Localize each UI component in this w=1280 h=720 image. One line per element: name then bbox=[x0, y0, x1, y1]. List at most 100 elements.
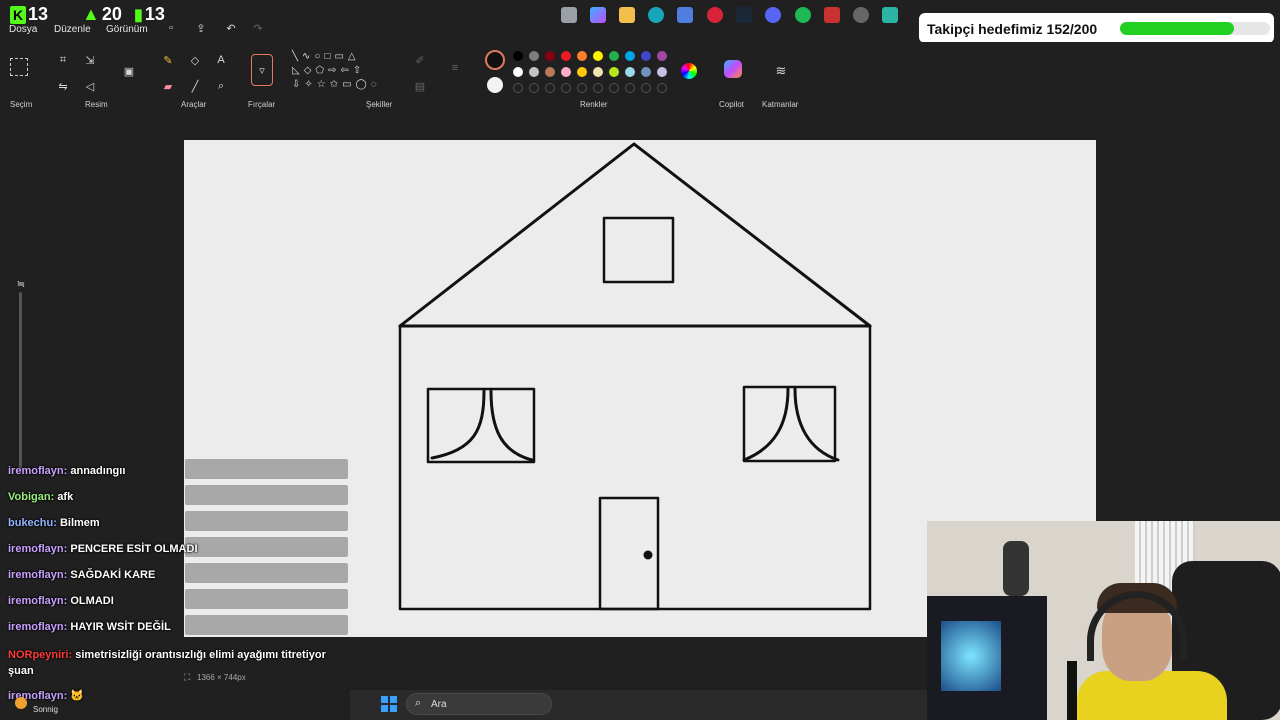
edge-icon[interactable] bbox=[648, 7, 664, 23]
custom-color-slot[interactable] bbox=[577, 83, 587, 93]
file-explorer-icon[interactable] bbox=[619, 7, 635, 23]
right-curtain-b bbox=[793, 387, 840, 462]
bar-chart-icon: ▮ bbox=[134, 6, 143, 24]
color-swatch[interactable] bbox=[609, 51, 619, 61]
secondary-color-swatch[interactable] bbox=[487, 77, 503, 93]
copilot-taskbar-icon[interactable] bbox=[590, 7, 606, 23]
chat-username[interactable]: iremoflayn bbox=[8, 543, 64, 555]
custom-color-slot[interactable] bbox=[657, 83, 667, 93]
discord-icon[interactable] bbox=[765, 7, 781, 23]
chat-row-bg bbox=[185, 511, 348, 531]
custom-color-slot[interactable] bbox=[641, 83, 651, 93]
color-swatch[interactable] bbox=[529, 51, 539, 61]
magnifier-icon[interactable]: ⌕ bbox=[213, 78, 229, 94]
redo-icon[interactable]: ↷ bbox=[250, 20, 266, 36]
app-icon[interactable] bbox=[853, 7, 869, 23]
follower-goal-label: Takipçi hedefimiz 152/200 bbox=[927, 21, 1098, 37]
chat-text: annadıngıı bbox=[70, 465, 126, 477]
chat-message: iremoflayn: PENCERE ESİT OLMADI bbox=[8, 543, 198, 555]
image-select-icon[interactable]: ▣ bbox=[121, 63, 137, 79]
chat-username[interactable]: iremoflayn bbox=[8, 569, 64, 581]
color-swatch[interactable] bbox=[593, 67, 603, 77]
color-swatch[interactable] bbox=[577, 67, 587, 77]
color-swatch[interactable] bbox=[561, 67, 571, 77]
flip-icon[interactable]: ⇋ bbox=[55, 78, 71, 94]
line-icon[interactable]: ╲∿○□▭△ bbox=[292, 51, 360, 62]
right-curtain-a bbox=[742, 387, 790, 462]
color-swatch[interactable] bbox=[657, 67, 667, 77]
steam-icon[interactable] bbox=[736, 7, 752, 23]
chat-username[interactable]: Vobigan bbox=[8, 491, 51, 503]
text-icon[interactable]: A bbox=[213, 52, 229, 68]
selection-icon[interactable] bbox=[10, 58, 28, 76]
custom-color-slot[interactable] bbox=[529, 83, 539, 93]
shapes-row3-icon[interactable]: ⇩✧☆✩▭◯◌ bbox=[292, 79, 381, 90]
windows-start-icon[interactable] bbox=[381, 696, 397, 712]
task-view-icon[interactable] bbox=[561, 7, 577, 23]
color-swatch[interactable] bbox=[561, 51, 571, 61]
custom-color-slot[interactable] bbox=[545, 83, 555, 93]
fill-icon[interactable]: ◇ bbox=[187, 52, 203, 68]
layers-icon[interactable]: ≋ bbox=[773, 63, 789, 79]
rotate-icon[interactable]: ◁ bbox=[82, 78, 98, 94]
share-icon[interactable]: ⇪ bbox=[193, 20, 209, 36]
door-knob bbox=[643, 550, 653, 560]
color-swatch[interactable] bbox=[577, 51, 587, 61]
color-swatch[interactable] bbox=[641, 51, 651, 61]
undo-icon[interactable]: ↶ bbox=[223, 20, 239, 36]
shape-size-icon[interactable]: ≡ bbox=[447, 60, 463, 76]
color-swatch[interactable] bbox=[625, 51, 635, 61]
paint-taskbar-icon[interactable] bbox=[882, 7, 898, 23]
custom-color-slot[interactable] bbox=[593, 83, 603, 93]
spotify-icon[interactable] bbox=[795, 7, 811, 23]
eraser-icon[interactable]: ▰ bbox=[160, 78, 176, 94]
custom-color-slot[interactable] bbox=[513, 83, 523, 93]
chat-username[interactable]: iremoflayn bbox=[8, 621, 64, 633]
store-icon[interactable] bbox=[677, 7, 693, 23]
color-swatch[interactable] bbox=[593, 51, 603, 61]
save-icon[interactable]: ▫ bbox=[163, 20, 179, 36]
menu-file[interactable]: Dosya bbox=[9, 24, 37, 35]
chat-username[interactable]: iremoflayn bbox=[8, 595, 64, 607]
color-swatch[interactable] bbox=[513, 51, 523, 61]
brush-icon[interactable]: ▿ bbox=[251, 54, 273, 86]
color-swatch[interactable] bbox=[609, 67, 619, 77]
crop-icon[interactable]: ⌗ bbox=[55, 52, 71, 68]
shapes-row2-icon[interactable]: ◺◇⬠⇨⇦⇧ bbox=[292, 65, 365, 76]
custom-color-slot[interactable] bbox=[625, 83, 635, 93]
group-copilot-label: Copilot bbox=[719, 100, 744, 109]
color-swatch[interactable] bbox=[545, 67, 555, 77]
custom-color-slot[interactable] bbox=[561, 83, 571, 93]
taskbar-search[interactable]: ⌕ Ara bbox=[406, 693, 552, 715]
outline-icon[interactable]: ✐ bbox=[412, 52, 428, 68]
left-window bbox=[426, 387, 536, 464]
menu-edit[interactable]: Düzenle bbox=[54, 24, 91, 35]
color-swatch[interactable] bbox=[657, 51, 667, 61]
color-wheel-icon[interactable] bbox=[681, 63, 697, 79]
chat-message: Vobigan: afk bbox=[8, 491, 73, 503]
shapes-gallery[interactable]: ╲∿○□▭△ ◺◇⬠⇨⇦⇧ ⇩✧☆✩▭◯◌ bbox=[292, 50, 398, 92]
zoom-icon[interactable]: ≒ bbox=[13, 276, 29, 292]
copilot-icon[interactable] bbox=[724, 60, 742, 78]
obs-like-icon[interactable] bbox=[824, 7, 840, 23]
custom-color-slot[interactable] bbox=[609, 83, 619, 93]
group-image-label: Resim bbox=[85, 100, 108, 109]
primary-color-swatch[interactable] bbox=[485, 50, 505, 70]
chat-username[interactable]: iremoflayn bbox=[8, 465, 64, 477]
pencil-icon[interactable]: ✎ bbox=[160, 52, 176, 68]
opera-icon[interactable] bbox=[707, 7, 723, 23]
zoom-slider[interactable] bbox=[19, 292, 22, 472]
color-picker-icon[interactable]: ╱ bbox=[187, 78, 203, 94]
left-curtain-b bbox=[489, 389, 534, 462]
color-swatch[interactable] bbox=[625, 67, 635, 77]
group-layers-label: Katmanlar bbox=[762, 100, 799, 109]
color-swatch[interactable] bbox=[513, 67, 523, 77]
color-swatch[interactable] bbox=[529, 67, 539, 77]
resize-icon[interactable]: ⇲ bbox=[82, 52, 98, 68]
color-swatch[interactable] bbox=[545, 51, 555, 61]
chat-username[interactable]: bukechu bbox=[8, 517, 53, 529]
color-swatch[interactable] bbox=[641, 67, 651, 77]
menu-view[interactable]: Görünüm bbox=[106, 24, 148, 35]
chat-username[interactable]: NORpeyniri bbox=[8, 649, 69, 661]
shape-fill-icon[interactable]: ▤ bbox=[412, 78, 428, 94]
